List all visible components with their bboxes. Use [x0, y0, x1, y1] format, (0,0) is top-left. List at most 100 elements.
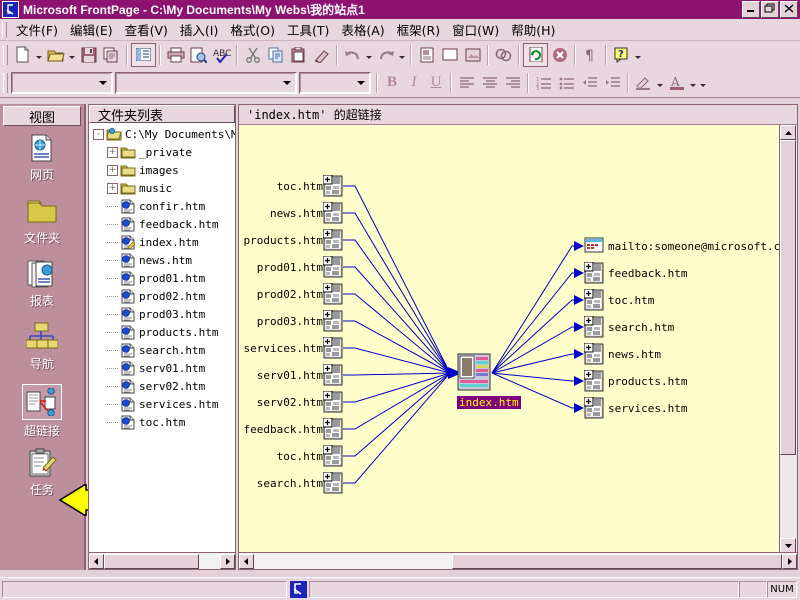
paste-button[interactable] — [287, 44, 310, 66]
hscroll-thumb[interactable] — [452, 553, 782, 569]
sidebar-item-folders[interactable]: 文件夹 — [0, 191, 84, 254]
minimize-button[interactable] — [742, 1, 760, 18]
tree-file-index[interactable]: index.htm — [89, 233, 235, 251]
collapse-icon[interactable]: - — [93, 128, 104, 140]
tree-root[interactable]: - C:\My Documents\M — [89, 125, 235, 143]
expand-icon[interactable]: + — [107, 164, 118, 176]
tree-file-search[interactable]: search.htm — [89, 341, 235, 359]
tree-file-services[interactable]: services.htm — [89, 395, 235, 413]
tree-folder-images[interactable]: + images — [89, 161, 235, 179]
incoming-link-node[interactable]: toc.htm — [239, 174, 343, 197]
cut-button[interactable] — [241, 44, 264, 66]
tree-file-news[interactable]: news.htm — [89, 251, 235, 269]
scroll-right-button[interactable] — [782, 553, 797, 569]
hyperlinks-diagram[interactable]: toc.htm news.htm products.htm prod01.htm pro… — [239, 125, 780, 553]
scroll-left-button[interactable] — [89, 553, 104, 569]
menu-format[interactable]: 格式(O) — [224, 18, 281, 41]
hscroll-thumb[interactable] — [104, 553, 199, 569]
new-page-dropdown[interactable] — [34, 44, 44, 66]
restore-button[interactable] — [761, 1, 779, 18]
help-button[interactable]: ? — [610, 44, 633, 66]
redo-dropdown[interactable] — [397, 44, 407, 66]
bulleted-list-button[interactable] — [555, 72, 578, 94]
menu-insert[interactable]: 插入(I) — [174, 18, 224, 41]
italic-button[interactable]: I — [403, 72, 425, 94]
scroll-left-button[interactable] — [239, 553, 254, 569]
outgoing-link-node[interactable]: mailto:someone@microsoft.com — [584, 235, 780, 257]
expand-icon[interactable]: + — [107, 182, 118, 194]
incoming-link-node[interactable]: search.htm — [239, 471, 343, 494]
increase-indent-button[interactable] — [601, 72, 624, 94]
align-left-button[interactable] — [455, 72, 478, 94]
print-preview-button[interactable] — [187, 44, 210, 66]
tree-file-toc[interactable]: toc.htm — [89, 413, 235, 431]
open-button[interactable] — [44, 44, 67, 66]
tree-folder-private[interactable]: + _private — [89, 143, 235, 161]
menu-edit[interactable]: 编辑(E) — [64, 18, 119, 41]
hyperlinks-hscrollbar[interactable] — [239, 552, 797, 569]
underline-button[interactable]: U — [425, 72, 447, 94]
expand-icon[interactable]: + — [107, 146, 118, 158]
incoming-link-node[interactable]: prod01.htm — [239, 255, 343, 278]
tree-file-confir[interactable]: confir.htm — [89, 197, 235, 215]
menu-tools[interactable]: 工具(T) — [281, 18, 335, 41]
font-combo[interactable] — [115, 71, 297, 94]
folder-tree[interactable]: - C:\My Documents\M + _private + images + music… — [89, 125, 235, 550]
formatting-toolbar-grip[interactable] — [3, 72, 8, 93]
stop-button[interactable] — [548, 44, 571, 66]
bold-button[interactable]: B — [381, 72, 403, 94]
align-center-button[interactable] — [478, 72, 501, 94]
align-right-button[interactable] — [501, 72, 524, 94]
insert-picture-button[interactable] — [461, 44, 484, 66]
toolbar-overflow-button[interactable] — [633, 44, 643, 66]
tree-file-prod01[interactable]: prod01.htm — [89, 269, 235, 287]
spelling-button[interactable]: ABC — [210, 44, 233, 66]
tree-file-prod03[interactable]: prod03.htm — [89, 305, 235, 323]
hyperlink-button[interactable] — [492, 44, 515, 66]
incoming-link-node[interactable]: products.htm — [239, 228, 343, 251]
numbered-list-button[interactable]: 123 — [532, 72, 555, 94]
menu-frames[interactable]: 框架(R) — [391, 18, 446, 41]
save-button[interactable] — [77, 44, 100, 66]
outgoing-link-node[interactable]: news.htm — [583, 342, 661, 365]
scroll-up-button[interactable] — [780, 125, 796, 140]
font-color-button[interactable]: A — [665, 72, 688, 94]
incoming-link-node[interactable]: toc.htm — [239, 444, 343, 467]
incoming-link-node[interactable]: news.htm — [239, 201, 343, 224]
sidebar-item-navigation[interactable]: 导航 — [0, 317, 84, 380]
scroll-right-button[interactable] — [220, 553, 235, 569]
tree-file-prod02[interactable]: prod02.htm — [89, 287, 235, 305]
outgoing-link-node[interactable]: feedback.htm — [583, 261, 687, 284]
close-button[interactable] — [780, 1, 798, 18]
hyperlinks-vscrollbar[interactable] — [779, 125, 797, 553]
incoming-link-node[interactable]: serv02.htm — [239, 390, 343, 413]
folder-list-hscrollbar[interactable] — [89, 552, 235, 569]
insert-component-button[interactable] — [415, 44, 438, 66]
open-dropdown[interactable] — [67, 44, 77, 66]
scroll-down-button[interactable] — [780, 538, 796, 553]
incoming-link-node[interactable]: prod02.htm — [239, 282, 343, 305]
tree-file-serv02[interactable]: serv02.htm — [89, 377, 235, 395]
copy-button[interactable] — [264, 44, 287, 66]
menu-file[interactable]: 文件(F) — [10, 18, 64, 41]
font-color-dropdown[interactable] — [688, 72, 698, 94]
sidebar-item-page[interactable]: 网页 — [0, 128, 84, 191]
outgoing-link-node[interactable]: products.htm — [583, 369, 687, 392]
font-size-combo[interactable] — [299, 71, 371, 94]
format-painter-button[interactable] — [310, 44, 333, 66]
style-combo[interactable] — [11, 71, 113, 94]
incoming-link-node[interactable]: serv01.htm — [239, 363, 343, 386]
hscroll-track[interactable] — [199, 553, 220, 569]
folder-list-toggle-button[interactable] — [131, 42, 156, 67]
redo-button[interactable] — [374, 44, 397, 66]
vscroll-thumb[interactable] — [780, 140, 796, 455]
outgoing-link-node[interactable]: toc.htm — [583, 288, 654, 311]
hscroll-track[interactable] — [254, 553, 452, 569]
sidebar-item-hyperlinks[interactable]: 超链接 — [0, 380, 84, 443]
tree-file-products[interactable]: products.htm — [89, 323, 235, 341]
undo-button[interactable] — [341, 44, 364, 66]
menubar-grip[interactable] — [2, 21, 7, 38]
decrease-indent-button[interactable] — [578, 72, 601, 94]
insert-table-button[interactable] — [438, 44, 461, 66]
menu-table[interactable]: 表格(A) — [335, 18, 390, 41]
